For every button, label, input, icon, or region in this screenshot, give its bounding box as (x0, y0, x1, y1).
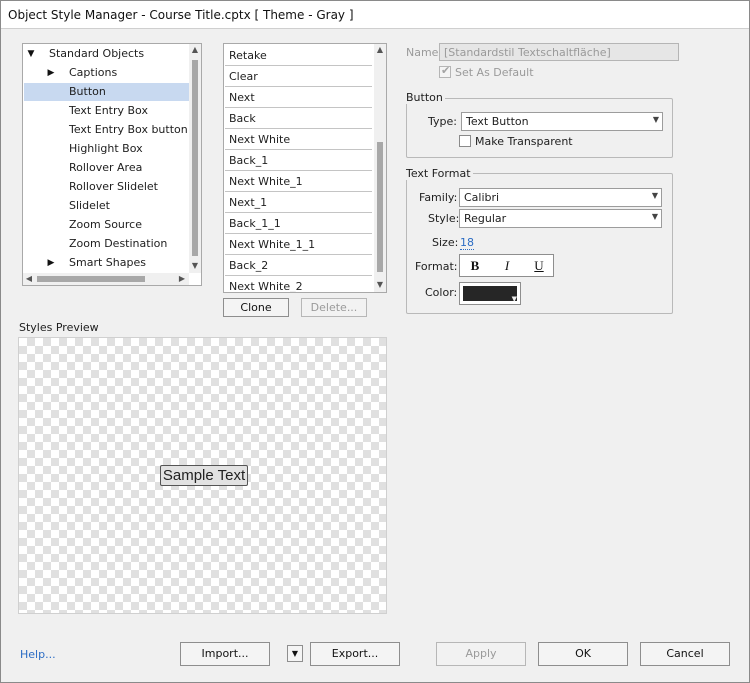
tree-horizontal-scrollbar[interactable]: ◀ ▶ (23, 273, 189, 285)
collapsed-arrow-icon[interactable]: ▶ (46, 64, 56, 82)
format-label: Format: (415, 260, 458, 273)
styles-list[interactable]: Retake Clear Next Back Next White Back_1… (223, 43, 387, 293)
list-item[interactable]: Back_1_1 (225, 213, 372, 234)
scroll-left-icon[interactable]: ◀ (23, 273, 35, 285)
make-transparent-checkbox[interactable] (459, 135, 471, 147)
tree-item-highlight-box[interactable]: Highlight Box (24, 140, 190, 158)
family-dropdown[interactable]: Calibri ▼ (459, 188, 662, 207)
list-item[interactable]: Back_1 (225, 150, 372, 171)
color-picker[interactable]: ▼ (459, 282, 521, 305)
tree-item-captions[interactable]: ▶ Captions (24, 64, 190, 82)
list-item[interactable]: Next White_1 (225, 171, 372, 192)
object-style-manager-window: Object Style Manager - Course Title.cptx… (0, 0, 750, 683)
import-options-button[interactable]: ▼ (287, 645, 303, 662)
scroll-down-icon[interactable]: ▼ (189, 260, 201, 272)
bold-button[interactable]: B (462, 257, 488, 275)
tree-horizontal-scroll-thumb[interactable] (37, 276, 145, 282)
tree-item-zoom-destination[interactable]: Zoom Destination (24, 235, 190, 253)
window-title: Object Style Manager - Course Title.cptx… (8, 8, 354, 22)
delete-button[interactable]: Delete... (301, 298, 367, 317)
tree-item-zoom-source[interactable]: Zoom Source (24, 216, 190, 234)
tree-item-smart-shapes[interactable]: ▶ Smart Shapes (24, 254, 190, 272)
clone-button[interactable]: Clone (223, 298, 289, 317)
color-swatch (463, 286, 517, 301)
chevron-down-icon: ▼ (651, 212, 658, 221)
tree-item-button[interactable]: Button (24, 83, 190, 101)
tree-item-slidelet[interactable]: Slidelet (24, 197, 190, 215)
color-label: Color: (425, 286, 458, 299)
tree-vertical-scroll-thumb[interactable] (192, 60, 198, 256)
list-vertical-scrollbar[interactable]: ▲ ▼ (374, 44, 386, 292)
chevron-down-icon: ▼ (291, 649, 299, 658)
list-vertical-scroll-thumb[interactable] (377, 142, 383, 272)
cancel-button[interactable]: Cancel (640, 642, 730, 666)
list-item[interactable]: Next (225, 87, 372, 108)
list-item[interactable]: Clear (225, 66, 372, 87)
family-label: Family: (419, 191, 458, 204)
tree-vertical-scrollbar[interactable]: ▲ ▼ (189, 44, 201, 273)
list-item[interactable]: Back (225, 108, 372, 129)
chevron-down-icon: ▼ (511, 295, 517, 303)
list-item[interactable]: Next White (225, 129, 372, 150)
button-group-title: Button (404, 91, 445, 104)
list-item[interactable]: Back_2 (225, 255, 372, 276)
styles-preview: Sample Text (18, 337, 387, 614)
type-label: Type: (428, 115, 457, 128)
scroll-down-icon[interactable]: ▼ (374, 279, 386, 291)
object-tree[interactable]: ▼ Standard Objects ▶ Captions Button Tex… (22, 43, 202, 286)
underline-button[interactable]: U (526, 257, 552, 275)
text-format-group-title: Text Format (404, 167, 473, 180)
chevron-down-icon: ▼ (651, 191, 658, 200)
make-transparent-label: Make Transparent (475, 135, 573, 148)
style-label: Style: (428, 212, 460, 225)
tree-item-standard-objects[interactable]: ▼ Standard Objects (24, 45, 190, 63)
tree-item-text-entry-box-button[interactable]: Text Entry Box button (24, 121, 190, 139)
set-as-default-label: Set As Default (455, 66, 534, 79)
list-item[interactable]: Next White_2 (225, 276, 372, 292)
format-buttons: B I U (459, 254, 554, 277)
sample-text-button: Sample Text (160, 465, 248, 486)
styles-preview-label: Styles Preview (19, 321, 99, 334)
style-dropdown[interactable]: Regular ▼ (459, 209, 662, 228)
italic-button[interactable]: I (494, 257, 520, 275)
scroll-up-icon[interactable]: ▲ (374, 44, 386, 56)
tree-item-text-entry-box[interactable]: Text Entry Box (24, 102, 190, 120)
tree-item-rollover-area[interactable]: Rollover Area (24, 159, 190, 177)
scroll-up-icon[interactable]: ▲ (189, 44, 201, 56)
chevron-down-icon: ▼ (652, 115, 659, 124)
set-as-default-checkbox[interactable]: ✔ (439, 64, 451, 78)
tree-item-rollover-slidelet[interactable]: Rollover Slidelet (24, 178, 190, 196)
list-item[interactable]: Next_1 (225, 192, 372, 213)
list-item[interactable]: Next White_1_1 (225, 234, 372, 255)
scroll-right-icon[interactable]: ▶ (176, 273, 188, 285)
help-link[interactable]: Help... (20, 648, 56, 661)
checkmark-icon: ✔ (441, 64, 451, 77)
size-label: Size: (432, 236, 459, 249)
collapsed-arrow-icon[interactable]: ▶ (46, 254, 56, 272)
name-field[interactable]: [Standardstil Textschaltfläche] (439, 43, 679, 61)
size-value[interactable]: 18 (460, 236, 474, 250)
ok-button[interactable]: OK (538, 642, 628, 666)
import-button[interactable]: Import... (180, 642, 270, 666)
export-button[interactable]: Export... (310, 642, 400, 666)
name-label: Name (406, 46, 439, 59)
apply-button[interactable]: Apply (436, 642, 526, 666)
list-item[interactable]: Retake (225, 45, 372, 66)
type-dropdown[interactable]: Text Button ▼ (461, 112, 663, 131)
expanded-arrow-icon[interactable]: ▼ (26, 45, 36, 63)
title-bar: Object Style Manager - Course Title.cptx… (1, 1, 749, 29)
